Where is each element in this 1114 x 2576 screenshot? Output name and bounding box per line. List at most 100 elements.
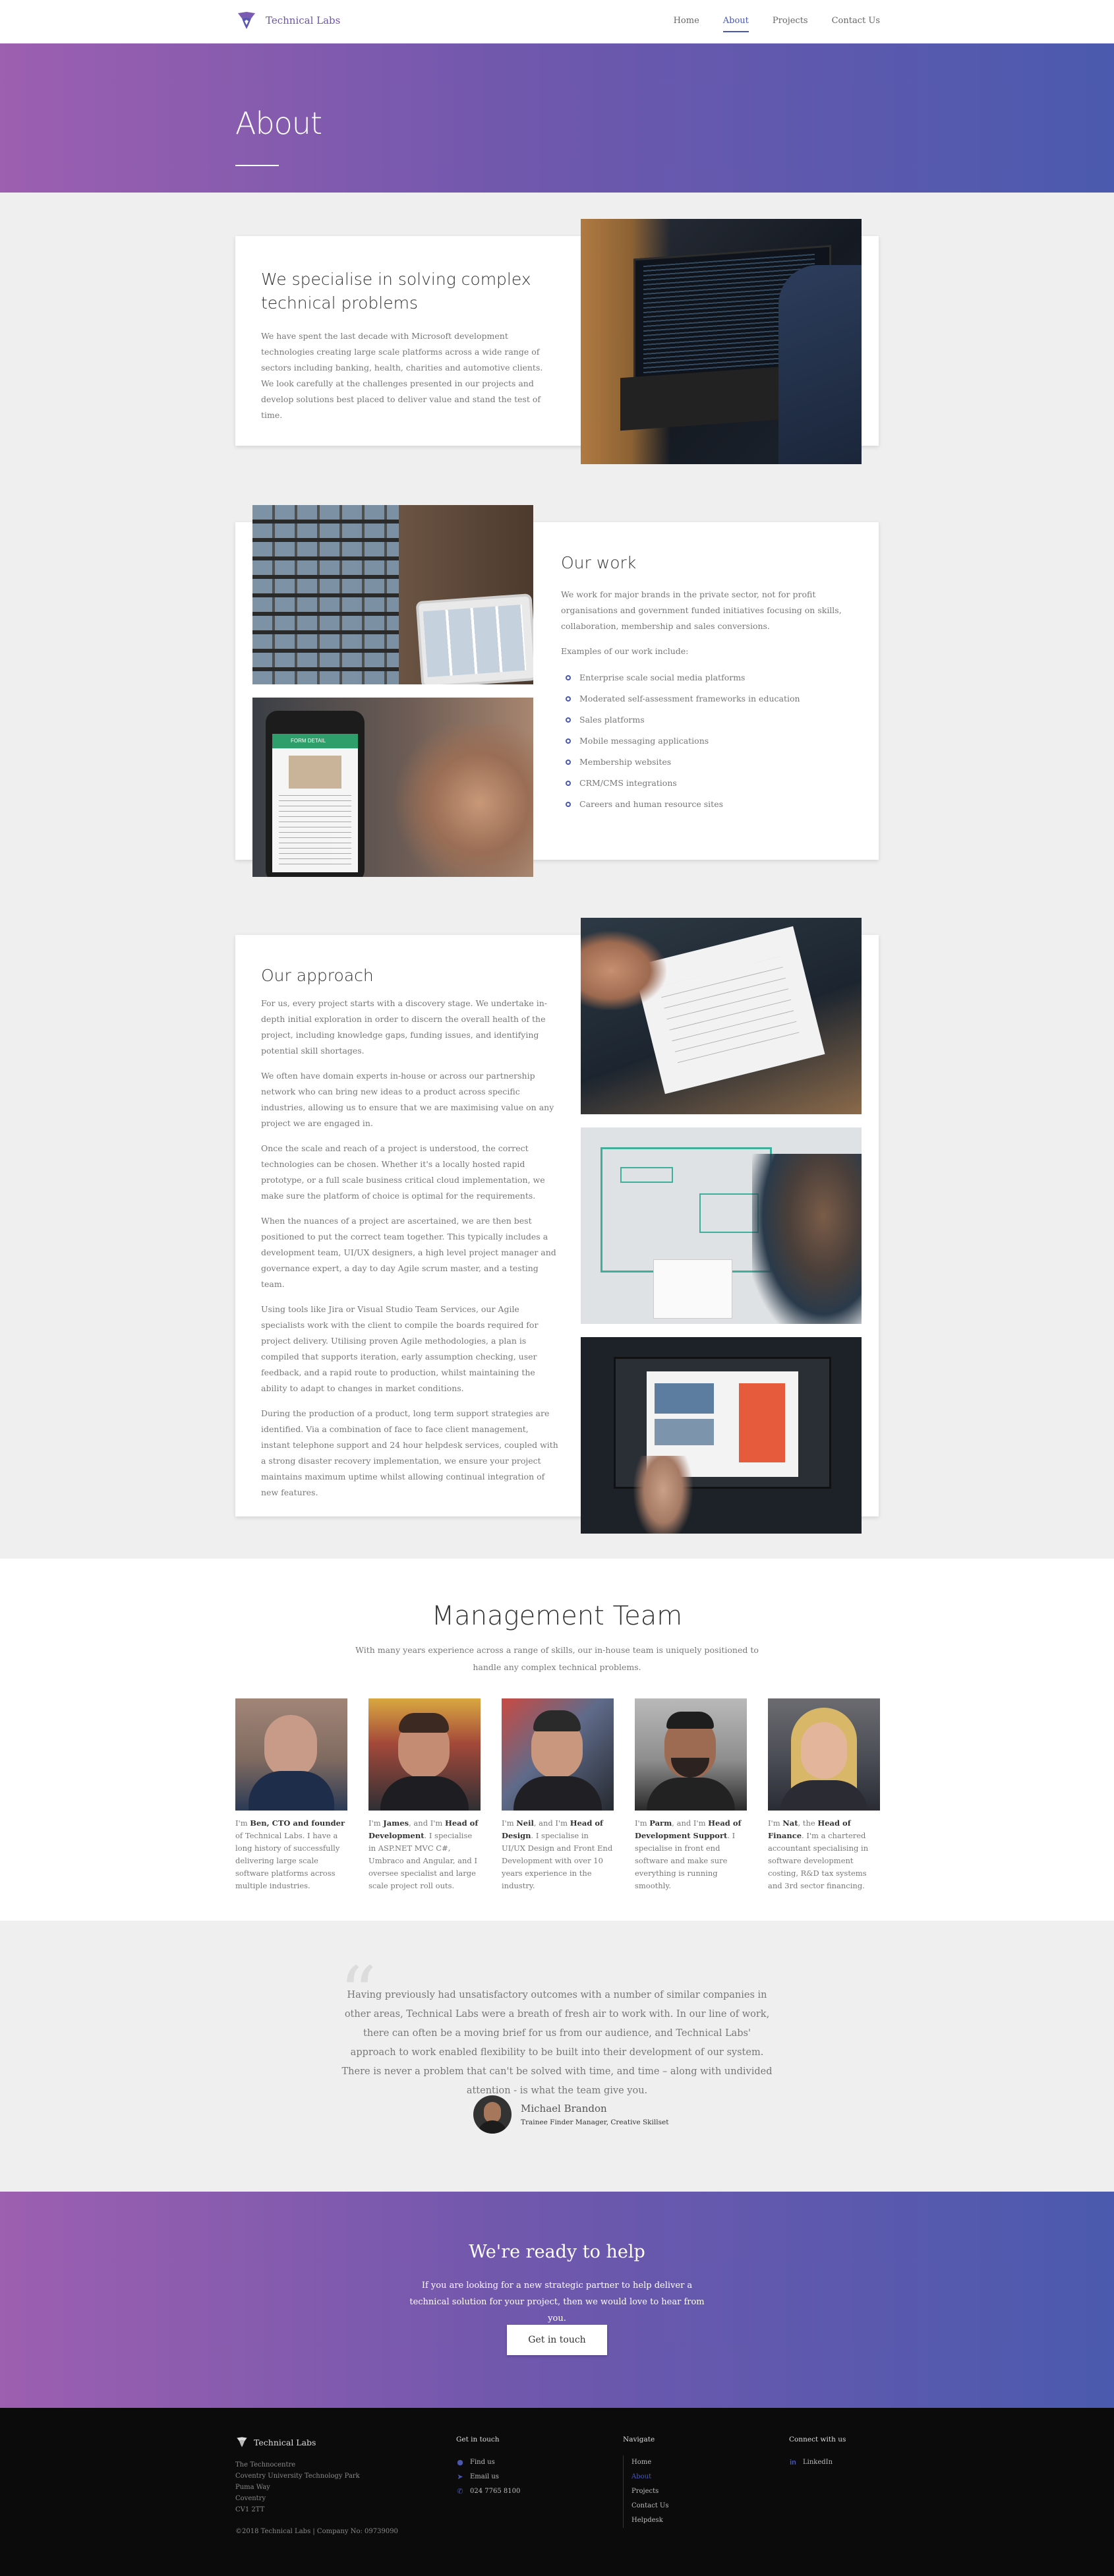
address-line: Coventry University Technology Park — [235, 2472, 360, 2480]
team-member-james: I'm James, and I'm Head of Development. … — [368, 1698, 481, 1892]
team-member-bio: I'm Parm, and I'm Head of Development Su… — [635, 1818, 742, 1890]
specialise-title: We specialise in solving complex technic… — [261, 270, 531, 313]
team-member-neil: I'm Neil, and I'm Head of Design. I spec… — [502, 1698, 614, 1892]
footer-nav-helpdesk[interactable]: Helpdesk — [624, 2513, 668, 2528]
bullet-icon — [566, 781, 571, 786]
list-item: Careers and human resource sites — [561, 794, 851, 815]
nav-about[interactable]: About — [722, 16, 749, 32]
paper-sketch-photo — [581, 918, 862, 1114]
footer-nav-about[interactable]: About — [624, 2470, 668, 2484]
linkedin-link[interactable]: in LinkedIn — [789, 2455, 846, 2470]
site-header: Technical Labs Home About Projects Conta… — [0, 0, 1114, 44]
paper-plane-icon: ➤ — [457, 2472, 463, 2481]
footer-logo-text: Technical Labs — [254, 2437, 316, 2447]
list-item: Membership websites — [561, 752, 851, 773]
list-item: Enterprise scale social media platforms — [561, 667, 851, 688]
bullet-icon — [566, 717, 571, 723]
work-list: Enterprise scale social media platforms … — [561, 667, 851, 815]
footer-brand: Technical Labs The Technocentre Coventry… — [235, 2436, 398, 2537]
work-examples-label: Examples of our work include: — [561, 646, 689, 656]
nav-contact-us[interactable]: Contact Us — [832, 16, 880, 32]
team-member-bio: I'm Ben, CTO and founder of Technical La… — [235, 1818, 345, 1890]
cta-title: We're ready to help — [469, 2242, 645, 2262]
footer-get-in-touch: Get in touch ● Find us ➤ Email us ✆ 024 776… — [456, 2436, 520, 2499]
avatar — [768, 1698, 880, 1811]
author-role: Trainee Finder Manager, Creative Skillse… — [521, 2118, 669, 2126]
footer-nav-contact-us[interactable]: Contact Us — [624, 2499, 668, 2513]
whiteboard-photo — [581, 1127, 862, 1324]
cta-banner: We're ready to help If you are looking f… — [0, 2192, 1114, 2408]
logo[interactable]: Technical Labs — [235, 9, 340, 32]
author-name: Michael Brandon — [521, 2103, 607, 2114]
bullet-icon — [566, 760, 571, 765]
team-member-nat: I'm Nat, the Head of Finance. I'm a char… — [768, 1698, 880, 1892]
address-line: Puma Way — [235, 2484, 270, 2491]
hero-banner: About — [0, 44, 1114, 193]
work-title: Our work — [561, 553, 637, 572]
approach-paragraph: Using tools like Jira or Visual Studio T… — [261, 1304, 539, 1393]
footer-navigate: Navigate Home About Projects Contact Us … — [623, 2436, 668, 2528]
list-item: Sales platforms — [561, 709, 851, 731]
bullet-icon — [566, 802, 571, 807]
footer-nav-projects[interactable]: Projects — [624, 2484, 668, 2499]
phone-screen-header: FORM DETAIL — [272, 734, 358, 748]
approach-paragraph: For us, every project starts with a disc… — [261, 998, 547, 1056]
nav-home[interactable]: Home — [674, 16, 699, 32]
laptop-tablet-photo — [252, 505, 533, 684]
title-underline — [235, 165, 279, 166]
testimonial-author: Michael Brandon Trainee Finder Manager, … — [473, 2095, 668, 2134]
avatar — [235, 1698, 347, 1811]
list-item: CRM/CMS integrations — [561, 773, 851, 794]
bullet-icon — [566, 696, 571, 702]
cta-body: If you are looking for a new strategic p… — [409, 2281, 705, 2323]
avatar — [473, 2095, 512, 2134]
address-line: CV1 2TT — [235, 2506, 265, 2513]
bullet-icon — [566, 675, 571, 680]
list-item: Mobile messaging applications — [561, 731, 851, 752]
main-nav: Home About Projects Contact Us — [650, 16, 880, 32]
approach-paragraph: We often have domain experts in-house or… — [261, 1071, 554, 1128]
logo-icon — [238, 12, 255, 29]
linkedin-icon: in — [790, 2459, 796, 2467]
nav-projects[interactable]: Projects — [773, 16, 808, 32]
testimonial-quote: Having previously had unsatisfactory out… — [341, 1990, 773, 2096]
monitor-design-photo — [581, 1337, 862, 1534]
get-in-touch-button[interactable]: Get in touch — [507, 2325, 607, 2355]
approach-paragraph: During the production of a product, long… — [261, 1408, 558, 1497]
logo-text: Technical Labs — [266, 15, 341, 26]
team-member-bio: I'm James, and I'm Head of Development. … — [368, 1818, 479, 1890]
specialise-body: We have spent the last decade with Micro… — [261, 331, 543, 420]
work-body: We work for major brands in the private … — [561, 589, 842, 631]
phone-in-hand-photo: FORM DETAIL — [252, 698, 533, 877]
team-member-bio: I'm Neil, and I'm Head of Design. I spec… — [502, 1818, 613, 1890]
team-member-ben: I'm Ben, CTO and founder of Technical La… — [235, 1698, 347, 1892]
page-title: About — [235, 105, 322, 141]
map-pin-icon: ● — [457, 2458, 463, 2467]
logo-icon — [237, 2437, 247, 2447]
footer-heading: Get in touch — [456, 2436, 500, 2443]
team-title: Management Team — [431, 1601, 683, 1631]
address-line: Coventry — [235, 2495, 266, 2502]
avatar — [502, 1698, 614, 1811]
approach-paragraph: When the nuances of a project are ascert… — [261, 1216, 556, 1289]
footer-nav: Home About Projects Contact Us Helpdesk — [623, 2455, 668, 2528]
footer-connect: Connect with us in LinkedIn — [789, 2436, 846, 2470]
laptop-code-photo — [581, 219, 862, 464]
phone-link[interactable]: ✆ 024 7765 8100 — [456, 2484, 520, 2499]
team-member-parm: I'm Parm, and I'm Head of Development Su… — [635, 1698, 747, 1892]
footer-heading: Connect with us — [789, 2436, 846, 2443]
site-footer: Technical Labs The Technocentre Coventry… — [0, 2408, 1114, 2576]
email-us-link[interactable]: ➤ Email us — [456, 2470, 520, 2484]
approach-paragraph: Once the scale and reach of a project is… — [261, 1143, 545, 1201]
team-member-bio: I'm Nat, the Head of Finance. I'm a char… — [768, 1818, 869, 1890]
copyright: ©2018 Technical Labs | Company No: 09739… — [235, 2528, 398, 2535]
bullet-icon — [566, 738, 571, 744]
team-subtitle: With many years experience across a rang… — [355, 1645, 759, 1672]
address-line: The Technocentre — [235, 2461, 296, 2469]
footer-nav-home[interactable]: Home — [624, 2455, 668, 2470]
list-item: Moderated self-assessment frameworks in … — [561, 688, 851, 709]
about-content: We specialise in solving complex technic… — [0, 193, 1114, 1559]
find-us-link[interactable]: ● Find us — [456, 2455, 520, 2470]
phone-icon: ✆ — [457, 2487, 463, 2496]
footer-heading: Navigate — [623, 2436, 655, 2443]
